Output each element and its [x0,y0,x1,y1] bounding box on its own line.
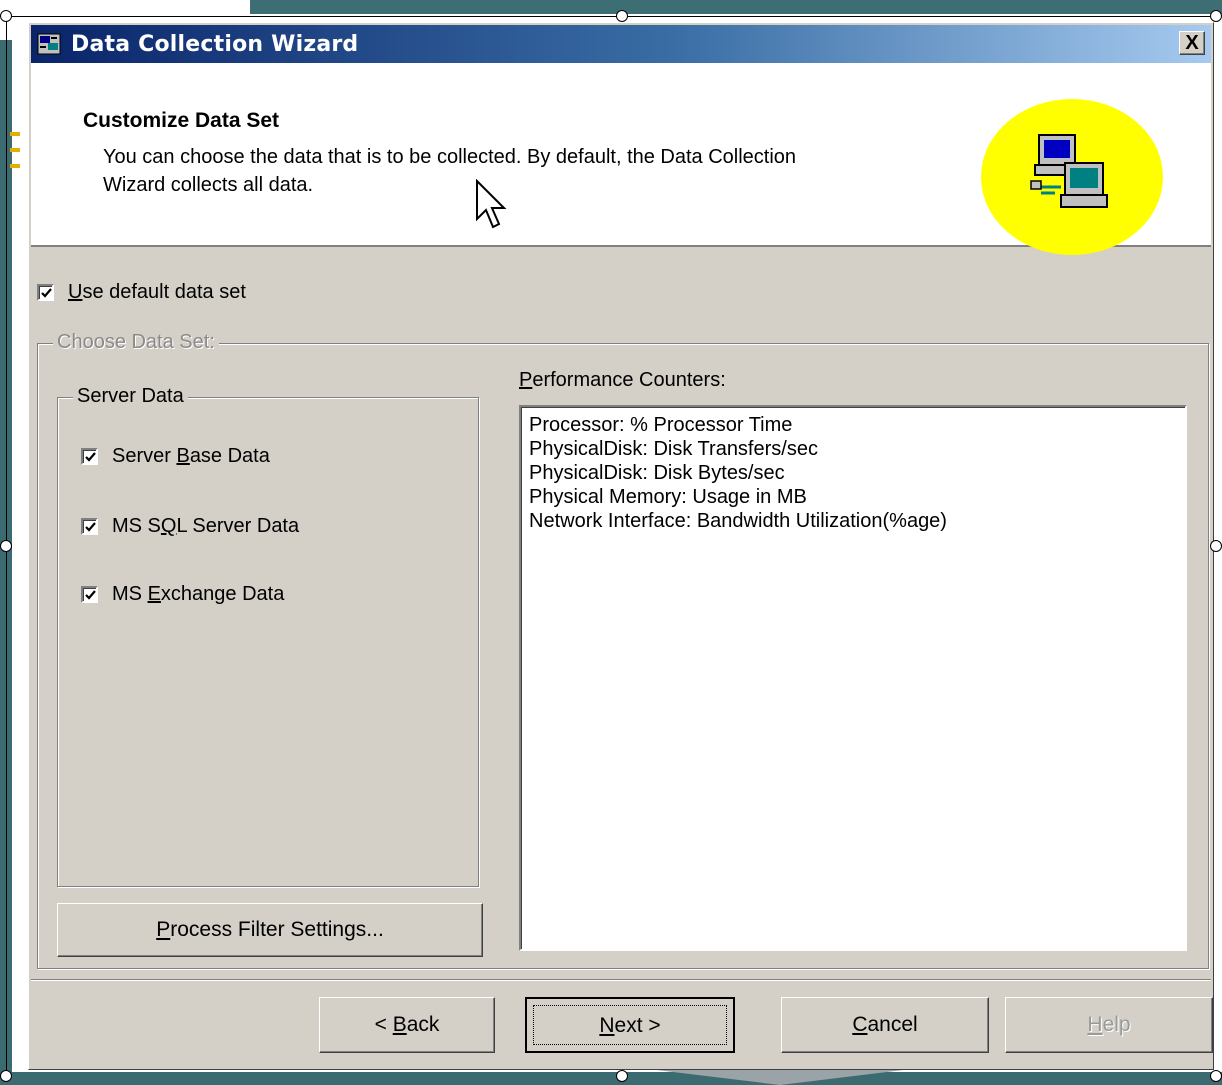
selection-handle[interactable] [1210,1070,1222,1082]
performance-counters-list[interactable]: Processor: % Processor Time PhysicalDisk… [519,405,1187,951]
window-title: Data Collection Wizard [71,32,359,57]
selection-handle[interactable] [0,1070,12,1082]
back-button[interactable]: < Back [319,997,495,1053]
server-base-data-label: Server Base Data [112,445,270,467]
use-default-checkbox[interactable] [37,284,54,301]
selection-handle[interactable] [0,540,12,552]
ms-exchange-data-label: MS Exchange Data [112,583,285,605]
server-base-data-option[interactable]: Server Base Data [81,445,270,468]
server-base-data-checkbox[interactable] [81,448,98,465]
next-button[interactable]: Next > [525,997,735,1053]
use-default-label: Use default data set [68,281,246,303]
list-item[interactable]: Network Interface: Bandwidth Utilization… [529,509,1177,533]
list-item[interactable]: PhysicalDisk: Disk Transfers/sec [529,437,1177,461]
mouse-cursor-icon [475,178,507,233]
network-computers-icon [981,97,1163,257]
background-shape [640,1068,920,1085]
selection-handle[interactable] [616,10,628,22]
cancel-button[interactable]: Cancel [781,997,989,1053]
background-marks [10,120,20,180]
close-button[interactable]: X [1179,31,1205,55]
selection-handle[interactable] [1210,540,1222,552]
title-bar[interactable]: Data Collection Wizard X [31,25,1211,63]
ms-sql-server-data-option[interactable]: MS SQL Server Data [81,515,299,538]
close-icon: X [1185,32,1199,54]
wizard-header: Customize Data Set You can choose the da… [31,63,1211,255]
background-band-bottom [0,1072,1222,1085]
ms-exchange-data-checkbox[interactable] [81,586,98,603]
ms-sql-server-data-checkbox[interactable] [81,518,98,535]
server-data-group [57,397,479,887]
selection-handle[interactable] [616,1070,628,1082]
wizard-app-icon [37,33,61,55]
list-item[interactable]: PhysicalDisk: Disk Bytes/sec [529,461,1177,485]
performance-counters-label: Performance Counters: [519,369,726,391]
list-item[interactable]: Processor: % Processor Time [529,413,1177,437]
selection-handle[interactable] [0,10,12,22]
use-default-data-set[interactable]: Use default data set [37,281,246,304]
background-band-top [250,0,1222,14]
button-separator [31,979,1211,981]
server-data-legend: Server Data [73,385,188,408]
process-filter-settings-button[interactable]: Process Filter Settings... [57,903,483,957]
choose-data-set-legend: Choose Data Set: [53,331,219,354]
page-title: Customize Data Set [83,109,280,132]
help-button[interactable]: Help [1005,997,1213,1053]
focus-rectangle [533,1005,727,1045]
ms-sql-server-data-label: MS SQL Server Data [112,515,300,537]
selection-frame-top [6,16,1216,17]
list-item[interactable]: Physical Memory: Usage in MB [529,485,1177,509]
ms-exchange-data-option[interactable]: MS Exchange Data [81,583,284,606]
wizard-dialog: Data Collection Wizard X Customize Data … [28,22,1214,1070]
selection-handle[interactable] [1210,10,1222,22]
